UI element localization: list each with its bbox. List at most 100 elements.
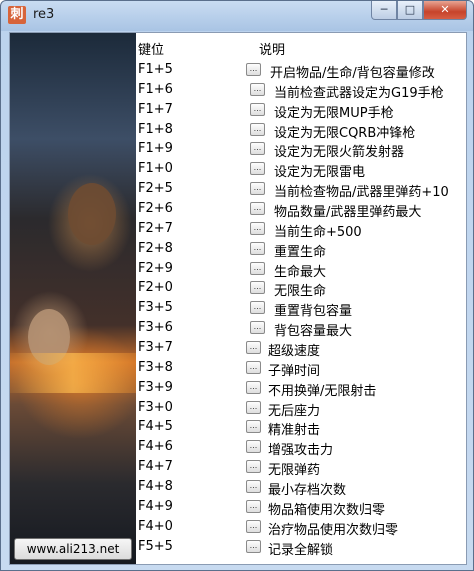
hotkey-description: 当前生命+500	[274, 224, 362, 240]
hotkey-row: F2+7... 当前生命+500	[136, 220, 466, 240]
toggle-button[interactable]: ...	[250, 221, 265, 235]
hotkey-row: F5+5... 记录全解锁	[136, 538, 466, 558]
hotkey-label: F3+6	[138, 320, 173, 336]
hotkey-label: F1+7	[138, 101, 173, 117]
hotkey-label: F4+5	[138, 419, 173, 435]
toggle-button[interactable]: ...	[246, 341, 261, 355]
hotkey-description: 重置背包容量	[274, 304, 353, 320]
hotkey-row: F3+7... 超级速度	[136, 339, 466, 359]
hotkey-row: F4+8... 最小存档次数	[136, 478, 466, 498]
maximize-button[interactable]: □	[397, 1, 423, 20]
toggle-button[interactable]: ...	[246, 360, 261, 374]
key-column-header: 键位	[138, 43, 165, 58]
toggle-button[interactable]: ...	[246, 499, 261, 513]
hotkey-row: F4+9... 物品箱使用次数归零	[136, 498, 466, 518]
hotkey-description: 当前检查物品/武器里弹药+10	[274, 185, 449, 201]
hotkey-row: F2+5... 当前检查物品/武器里弹药+10	[136, 180, 466, 200]
app-icon: 刺	[8, 6, 26, 24]
hotkey-label: F4+0	[138, 518, 173, 534]
hotkey-description: 背包容量最大	[274, 324, 353, 340]
toggle-button[interactable]: ...	[246, 380, 261, 394]
toggle-button[interactable]: ...	[246, 539, 261, 553]
close-button[interactable]: ✕	[423, 1, 467, 20]
hotkey-list: F1+5... 开启物品/生命/背包容量修改 F1+6... 当前检查武器设定为G19…	[136, 61, 466, 558]
hotkey-description: 增强攻击力	[268, 443, 334, 459]
hotkey-label: F1+0	[138, 161, 173, 177]
hotkey-description: 超级速度	[268, 344, 321, 360]
hotkey-description: 生命最大	[274, 264, 327, 280]
hotkey-description: 最小存档次数	[268, 483, 347, 499]
hotkey-row: F3+9... 不用换弹/无限射击	[136, 379, 466, 399]
hotkey-description: 记录全解锁	[268, 542, 334, 558]
game-artwork	[10, 33, 136, 564]
toggle-button[interactable]: ...	[246, 440, 261, 454]
hotkey-row: F2+8... 重置生命	[136, 240, 466, 260]
hotkey-description: 无限生命	[274, 284, 327, 300]
toggle-button[interactable]: ...	[246, 63, 261, 76]
caption-buttons: ─ □ ✕	[371, 1, 467, 21]
toggle-button[interactable]: ...	[250, 102, 265, 116]
hotkey-row: F4+6... 增强攻击力	[136, 438, 466, 458]
toggle-button[interactable]: ...	[250, 122, 265, 136]
toggle-button[interactable]: ...	[246, 400, 261, 414]
hotkey-description: 子弹时间	[268, 363, 321, 379]
toggle-button[interactable]: ...	[250, 202, 265, 216]
hotkey-label: F1+9	[138, 141, 173, 157]
hotkey-label: F4+6	[138, 439, 173, 455]
toggle-button[interactable]: ...	[250, 321, 265, 335]
hotkey-label: F2+7	[138, 220, 173, 236]
title-bar[interactable]: 刺 re3 ─ □ ✕	[1, 1, 473, 31]
hotkey-label: F4+9	[138, 498, 173, 514]
hotkey-description: 物品数量/武器里弹药最大	[274, 205, 422, 221]
hotkey-description: 设定为无限雷电	[274, 165, 366, 181]
hotkey-row: F4+5... 精准射击	[136, 418, 466, 438]
hotkey-description: 精准射击	[268, 423, 321, 439]
hotkey-row: F3+8... 子弹时间	[136, 359, 466, 379]
trainer-window: 刺 re3 ─ □ ✕ www.ali213.net 键位 说明 F1+5...…	[0, 0, 474, 571]
hotkey-description: 重置生命	[274, 244, 327, 260]
hotkey-row: F1+5... 开启物品/生命/背包容量修改	[136, 61, 466, 81]
toggle-button[interactable]: ...	[250, 281, 265, 295]
toggle-button[interactable]: ...	[250, 82, 265, 96]
toggle-button[interactable]: ...	[246, 480, 261, 494]
hotkey-row: F4+0... 治疗物品使用次数归零	[136, 518, 466, 538]
toggle-button[interactable]: ...	[250, 162, 265, 176]
hotkey-label: F2+8	[138, 240, 173, 256]
minimize-button[interactable]: ─	[371, 1, 397, 20]
toggle-button[interactable]: ...	[250, 261, 265, 275]
toggle-button[interactable]: ...	[246, 420, 261, 434]
website-link-button[interactable]: www.ali213.net	[14, 538, 132, 560]
hotkey-label: F2+6	[138, 201, 173, 217]
toggle-button[interactable]: ...	[246, 519, 261, 533]
hotkey-row: F1+9... 设定为无限火箭发射器	[136, 140, 466, 160]
toggle-button[interactable]: ...	[250, 241, 265, 255]
hotkey-description: 无后座力	[268, 403, 321, 419]
hotkey-description: 物品箱使用次数归零	[268, 502, 386, 518]
hotkey-row: F1+7... 设定为无限MUP手枪	[136, 101, 466, 121]
client-area: www.ali213.net 键位 说明 F1+5... 开启物品/生命/背包容量…	[9, 32, 467, 565]
hotkey-label: F1+5	[138, 62, 173, 77]
description-column-header: 说明	[259, 43, 286, 58]
hotkey-row: F3+5... 重置背包容量	[136, 299, 466, 319]
toggle-button[interactable]: ...	[246, 460, 261, 474]
hotkey-description: 开启物品/生命/背包容量修改	[270, 66, 435, 81]
hotkey-row: F3+0... 无后座力	[136, 399, 466, 419]
hotkey-row: F1+8... 设定为无限CQRB冲锋枪	[136, 121, 466, 141]
hotkey-label: F3+7	[138, 340, 173, 356]
window-title: re3	[33, 7, 55, 22]
hotkey-description: 设定为无限CQRB冲锋枪	[274, 125, 416, 141]
hotkey-label: F3+9	[138, 379, 173, 395]
artwork-figure-male	[68, 183, 116, 245]
artwork-explosion	[10, 353, 136, 393]
hotkey-label: F2+9	[138, 260, 173, 276]
toggle-button[interactable]: ...	[250, 142, 265, 156]
hotkey-row: F4+7... 无限弹药	[136, 458, 466, 478]
toggle-button[interactable]: ...	[250, 301, 265, 315]
hotkey-row: F2+0... 无限生命	[136, 279, 466, 299]
toggle-button[interactable]: ...	[250, 182, 265, 196]
hotkey-label: F1+8	[138, 121, 173, 137]
hotkey-description: 设定为无限火箭发射器	[274, 145, 405, 161]
hotkey-description: 不用换弹/无限射击	[268, 383, 377, 399]
hotkey-label: F4+7	[138, 459, 173, 475]
hotkey-row: F2+6... 物品数量/武器里弹药最大	[136, 200, 466, 220]
